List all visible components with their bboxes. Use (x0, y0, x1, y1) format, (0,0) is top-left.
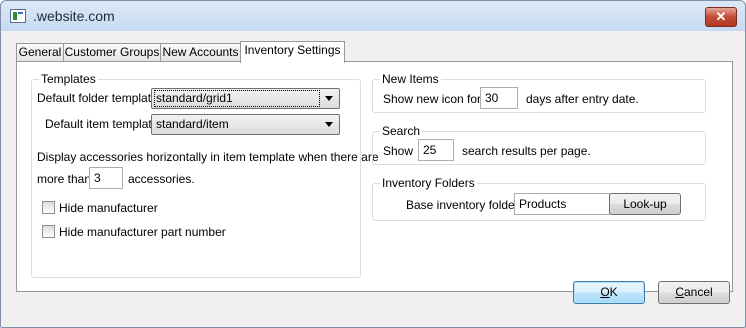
hide-manufacturer-checkbox[interactable] (42, 201, 55, 214)
templates-group: Templates Default folder template: stand… (31, 72, 379, 278)
cancel-mnemonic: C (675, 285, 684, 299)
cancel-label-rest: ancel (683, 285, 713, 299)
close-button[interactable]: ✕ (705, 7, 737, 27)
tab-customer-groups[interactable]: Customer Groups (63, 43, 161, 61)
inventory-settings-panel: Templates Default folder template: stand… (16, 61, 733, 292)
default-folder-template-value: standard/grid1 (154, 90, 320, 107)
hide-part-number-label[interactable]: Hide manufacturer part number (59, 225, 226, 239)
new-icon-days-input[interactable]: 30 (480, 87, 518, 109)
hide-manufacturer-label[interactable]: Hide manufacturer (59, 201, 158, 215)
search-legend: Search (380, 124, 423, 138)
tab-general[interactable]: General (16, 43, 64, 61)
base-inventory-folder-input[interactable]: Products (514, 193, 610, 215)
search-suffix-label: search results per page. (462, 144, 591, 158)
settings-dialog: .website.com ✕ General Customer Groups N… (0, 0, 746, 328)
accessories-count-input[interactable]: 3 (89, 167, 123, 189)
dialog-body: General Customer Groups New Accounts Inv… (7, 31, 739, 321)
cancel-button[interactable]: Cancel (658, 281, 730, 304)
search-results-input[interactable]: 25 (418, 139, 454, 161)
base-inventory-folder-label: Base inventory folder: (406, 198, 523, 212)
new-icon-suffix-label: days after entry date. (526, 92, 639, 106)
chevron-down-icon (325, 122, 333, 127)
hide-part-number-checkbox[interactable] (42, 225, 55, 238)
tab-new-accounts[interactable]: New Accounts (160, 43, 241, 61)
website-app-icon (10, 9, 26, 23)
default-folder-template-select[interactable]: standard/grid1 (151, 88, 340, 109)
close-icon: ✕ (715, 9, 727, 24)
templates-legend: Templates (39, 72, 98, 86)
ok-mnemonic: O (600, 285, 610, 299)
inventory-folders-legend: Inventory Folders (380, 176, 477, 190)
default-item-template-select[interactable]: standard/item (151, 114, 340, 135)
lookup-button[interactable]: Look-up (609, 193, 681, 215)
inventory-folders-group: Inventory Folders Base inventory folder:… (372, 176, 706, 221)
default-item-template-label: Default item template: (45, 117, 162, 131)
title-bar[interactable]: .website.com ✕ (1, 1, 745, 31)
search-prefix-label: Show (383, 144, 414, 158)
ok-label-rest: K (609, 285, 618, 299)
default-folder-template-label: Default folder template: (37, 91, 162, 105)
ok-button[interactable]: OK (573, 281, 645, 304)
accessories-suffix-label: accessories. (128, 172, 195, 186)
new-items-group: New Items Show new icon for 30 days afte… (372, 72, 706, 113)
search-group: Search Show 25 search results per page. (372, 124, 706, 165)
chevron-down-icon (325, 96, 333, 101)
window-title: .website.com (33, 8, 115, 24)
tab-inventory-settings[interactable]: Inventory Settings (240, 41, 345, 63)
new-items-legend: New Items (380, 72, 441, 86)
accessories-prefix-label: more than (37, 172, 92, 186)
new-icon-prefix-label: Show new icon for (383, 92, 482, 106)
default-item-template-value: standard/item (156, 117, 229, 131)
accessories-description: Display accessories horizontally in item… (37, 150, 379, 164)
